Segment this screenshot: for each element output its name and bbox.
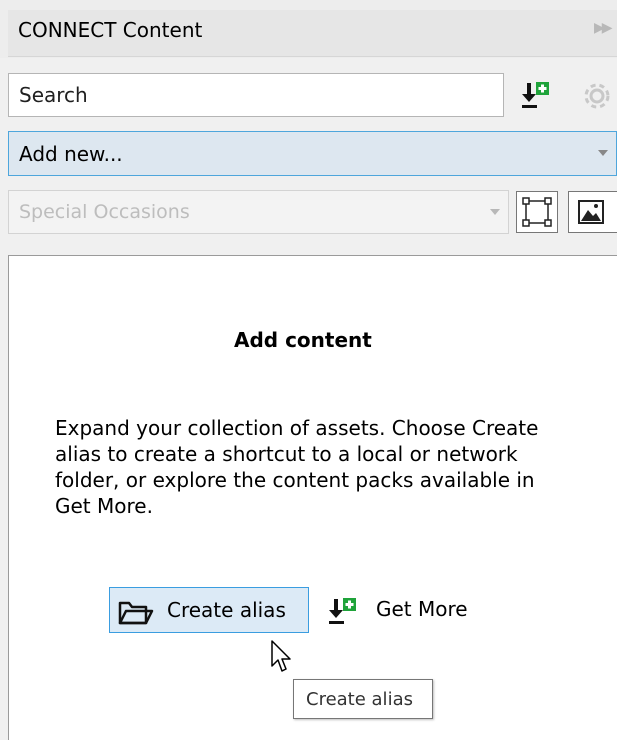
get-more-link[interactable]: Get More [376, 597, 468, 621]
gear-icon[interactable] [577, 78, 617, 118]
download-plus-icon[interactable] [328, 596, 358, 630]
chevron-down-icon [490, 209, 500, 215]
category-dropdown: Special Occasions [8, 190, 509, 234]
frame-view-button[interactable] [516, 191, 558, 233]
folder-icon [118, 599, 154, 629]
double-chevron-right-icon[interactable]: ▶▶ [594, 20, 612, 36]
search-input[interactable] [8, 73, 504, 117]
chevron-down-icon [598, 150, 608, 156]
tooltip-text: Create alias [306, 689, 413, 710]
create-alias-label: Create alias [167, 598, 286, 622]
create-alias-button[interactable]: Create alias [109, 587, 309, 633]
content-title: Add content [234, 328, 372, 352]
tooltip: Create alias [293, 679, 433, 719]
frame-icon [522, 197, 552, 227]
content-description: Expand your collection of assets. Choose… [55, 416, 539, 518]
panel-title: CONNECT Content [18, 18, 203, 42]
mouse-pointer-icon [270, 640, 294, 678]
add-new-label: Add new... [19, 142, 123, 166]
image-icon [578, 200, 604, 224]
download-plus-icon[interactable] [521, 80, 551, 114]
image-view-button[interactable] [568, 191, 617, 233]
category-label: Special Occasions [19, 201, 190, 223]
add-new-dropdown[interactable]: Add new... [8, 131, 617, 176]
